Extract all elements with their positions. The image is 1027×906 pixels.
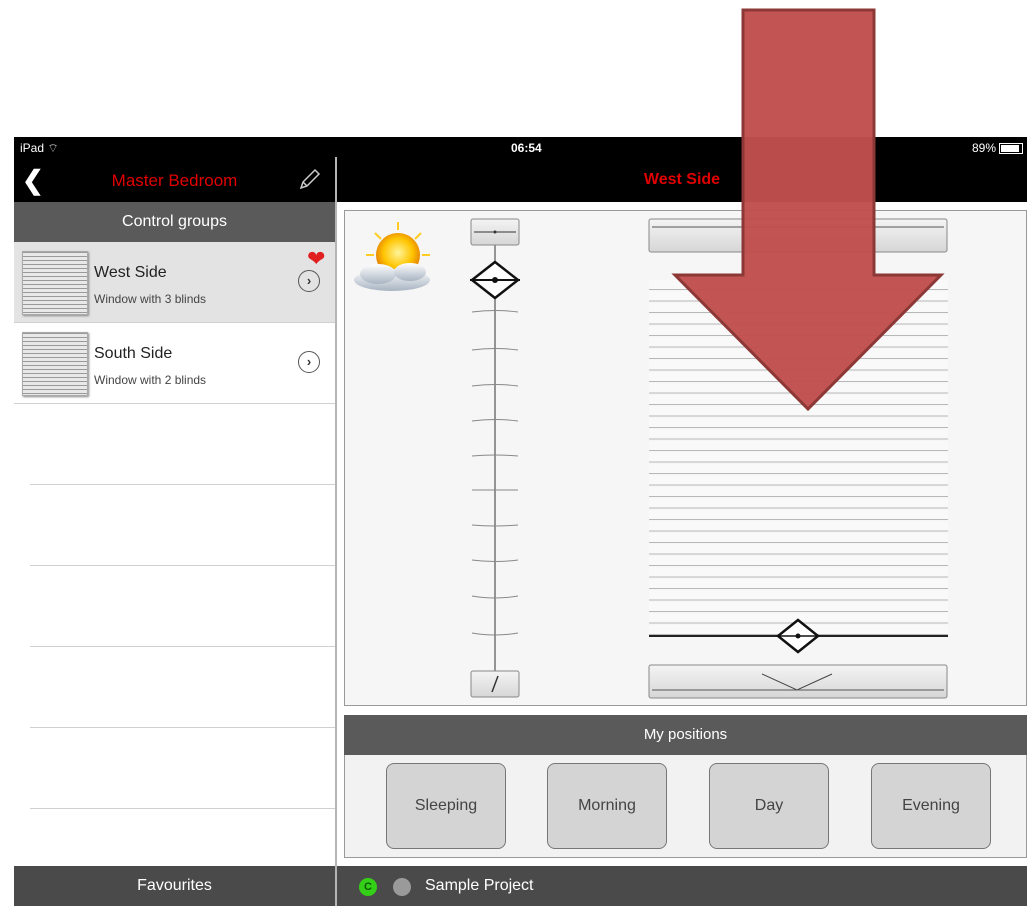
position-evening-button[interactable]: Evening (871, 763, 991, 849)
positions-header: My positions (344, 715, 1027, 755)
status-bar: iPad ⌔ 06:54 89% (14, 137, 1027, 157)
pencil-icon[interactable] (296, 167, 322, 193)
empty-list-row (30, 404, 335, 485)
blind-control-panel (344, 210, 1027, 706)
carrier-label: iPad ⌔ (20, 141, 59, 155)
empty-list-row (30, 485, 335, 566)
sidebar-header: Control groups (14, 202, 335, 242)
group-description: Window with 2 blinds (94, 373, 207, 387)
chevron-right-icon[interactable]: › (298, 270, 320, 292)
left-nav-bar: ❮ Master Bedroom (14, 157, 335, 202)
empty-list-row (30, 566, 335, 647)
sidebar: Control groups West Side Window with 3 b… (14, 202, 335, 866)
empty-list-row (30, 647, 335, 728)
empty-list-row (30, 728, 335, 809)
project-name: Sample Project (425, 877, 534, 894)
chevron-right-icon[interactable]: › (298, 351, 320, 373)
position-day-button[interactable]: Day (709, 763, 829, 849)
connection-status-icon: C (359, 878, 377, 896)
group-name: South Side (94, 345, 173, 362)
split-divider (335, 157, 337, 906)
position-sleeping-button[interactable]: Sleeping (386, 763, 506, 849)
battery-icon (999, 142, 1023, 154)
clock: 06:54 (511, 141, 542, 155)
project-bar: C Sample Project (337, 866, 1027, 906)
blind-thumbnail-icon (22, 332, 88, 396)
blind-thumbnail-icon (22, 251, 88, 315)
wifi-icon: ⌔ (47, 141, 59, 155)
position-morning-button[interactable]: Morning (547, 763, 667, 849)
secondary-status-icon (393, 878, 411, 896)
group-row-west-side[interactable]: West Side Window with 3 blinds ❤ › (14, 242, 335, 323)
group-name: West Side (94, 264, 167, 281)
group-title: West Side (643, 171, 721, 188)
favourites-tab[interactable]: Favourites (14, 866, 335, 906)
group-description: Window with 3 blinds (94, 292, 207, 306)
heart-icon[interactable]: ❤ (307, 246, 325, 272)
room-title: Master Bedroom (111, 171, 238, 190)
battery-indicator: 89% (972, 141, 1023, 155)
group-row-south-side[interactable]: South Side Window with 2 blinds › (14, 323, 335, 404)
right-nav-bar: West Side (337, 157, 1027, 202)
